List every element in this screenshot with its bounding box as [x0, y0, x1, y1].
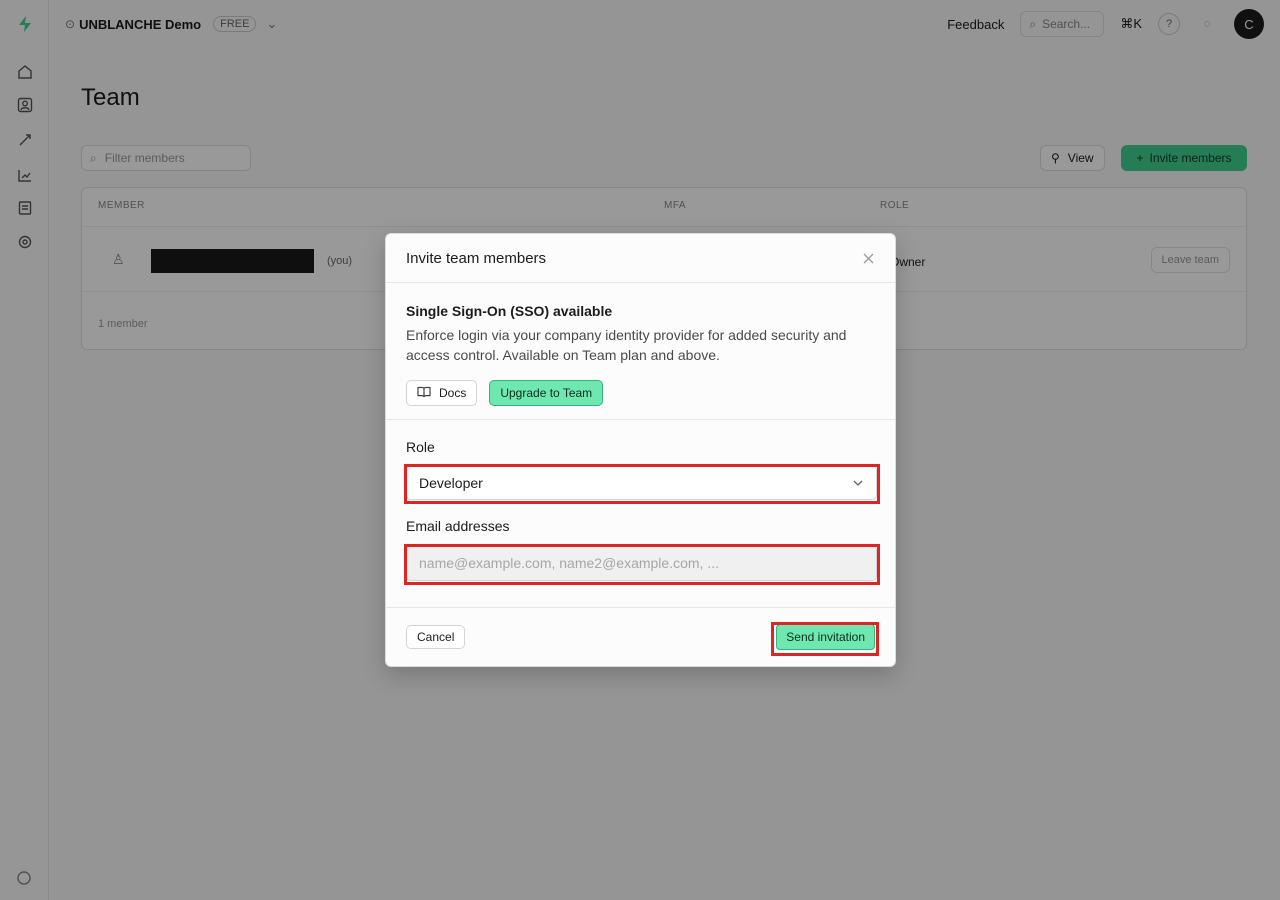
docs-label: Docs — [439, 386, 467, 400]
chevron-down-icon — [852, 477, 864, 489]
send-label: Send invitation — [786, 630, 865, 644]
cancel-label: Cancel — [417, 630, 455, 644]
send-invitation-button[interactable]: Send invitation — [776, 624, 875, 650]
sso-panel: Single Sign-On (SSO) available Enforce l… — [386, 283, 895, 420]
email-addresses-input[interactable] — [406, 545, 877, 581]
upgrade-label: Upgrade to Team — [500, 386, 593, 400]
cancel-button[interactable]: Cancel — [406, 625, 466, 649]
dialog-title: Invite team members — [406, 249, 547, 267]
role-select[interactable]: Developer — [406, 465, 877, 500]
docs-button[interactable]: Docs — [406, 380, 478, 406]
dialog-header: Invite team members — [386, 234, 895, 283]
invite-form: Role Developer Email addresses — [386, 420, 895, 608]
dialog-footer: Cancel Send invitation — [386, 608, 895, 666]
role-selected-value: Developer — [419, 474, 483, 491]
invite-members-dialog: Invite team members Single Sign-On (SSO)… — [385, 233, 896, 667]
close-icon[interactable] — [861, 251, 875, 265]
upgrade-to-team-button[interactable]: Upgrade to Team — [489, 380, 604, 406]
email-label: Email addresses — [406, 518, 510, 534]
sso-description: Enforce login via your company identity … — [406, 327, 847, 363]
role-label: Role — [406, 439, 435, 455]
book-icon — [417, 386, 431, 401]
sso-title: Single Sign-On (SSO) available — [406, 303, 613, 319]
